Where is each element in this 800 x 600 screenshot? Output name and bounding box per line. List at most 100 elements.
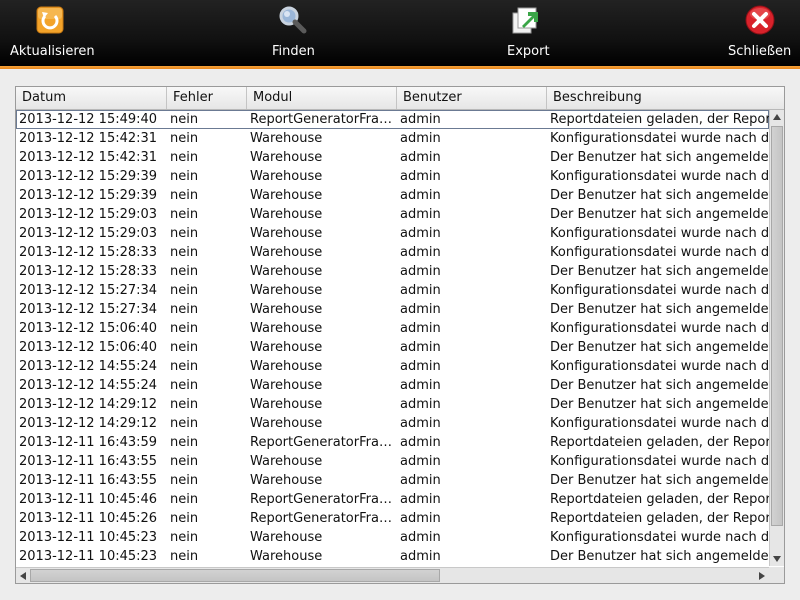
cell-benutzer: admin (400, 131, 441, 146)
table-row[interactable]: 2013-12-12 15:42:31 nein Warehouse admin Der… (16, 148, 769, 167)
cell-modul: Warehouse (250, 549, 323, 564)
cell-benutzer: admin (400, 321, 441, 336)
cell-fehler: nein (170, 549, 199, 564)
table-row[interactable]: 2013-12-12 15:06:40 nein Warehouse admin Kon… (16, 319, 769, 338)
cell-modul: ReportGeneratorFra… (250, 435, 392, 450)
cell-beschreibung: Konfigurationsdatei wurde nach de (550, 226, 769, 241)
table-row[interactable]: 2013-12-11 16:43:55 nein Warehouse admin Der… (16, 471, 769, 490)
cell-benutzer: admin (400, 549, 441, 564)
cell-benutzer: admin (400, 359, 441, 374)
table-row[interactable]: 2013-12-12 15:28:33 nein Warehouse admin Kon… (16, 243, 769, 262)
cell-benutzer: admin (400, 112, 441, 127)
find-label: Finden (272, 44, 315, 59)
horizontal-scroll-thumb[interactable] (30, 569, 440, 582)
cell-fehler: nein (170, 207, 199, 222)
close-button[interactable]: Schließen (722, 0, 798, 66)
table-row[interactable]: 2013-12-12 14:55:24 nein Warehouse admin Kon… (16, 357, 769, 376)
cell-datum: 2013-12-12 15:27:34 (19, 283, 158, 298)
cell-modul: Warehouse (250, 226, 323, 241)
cell-datum: 2013-12-12 14:29:12 (19, 416, 158, 431)
export-button[interactable]: Export (500, 0, 556, 66)
cell-benutzer: admin (400, 397, 441, 412)
table-row[interactable]: 2013-12-12 15:06:40 nein Warehouse admin Der… (16, 338, 769, 357)
cell-beschreibung: Reportdateien geladen, der Report (550, 492, 769, 507)
cell-datum: 2013-12-11 10:45:23 (19, 549, 158, 564)
cell-beschreibung: Der Benutzer hat sich angemeldet (550, 302, 769, 317)
refresh-label: Aktualisieren (10, 44, 95, 59)
horizontal-scrollbar[interactable] (16, 567, 769, 583)
cell-fehler: nein (170, 169, 199, 184)
table-row[interactable]: 2013-12-11 10:45:46 nein ReportGeneratorFr… (16, 490, 769, 509)
cell-beschreibung: Konfigurationsdatei wurde nach de (550, 530, 769, 545)
cell-fehler: nein (170, 283, 199, 298)
cell-benutzer: admin (400, 473, 441, 488)
column-header-fehler[interactable]: Fehler (167, 87, 247, 109)
cell-datum: 2013-12-12 15:49:40 (19, 112, 158, 127)
cell-datum: 2013-12-12 15:28:33 (19, 264, 158, 279)
cell-beschreibung: Reportdateien geladen, der Report (550, 112, 769, 127)
cell-fehler: nein (170, 492, 199, 507)
cell-beschreibung: Reportdateien geladen, der Report (550, 511, 769, 526)
scroll-left-arrow-icon[interactable] (20, 572, 26, 580)
table-row[interactable]: 2013-12-11 16:43:59 nein ReportGeneratorFr… (16, 433, 769, 452)
refresh-button[interactable]: Aktualisieren (8, 0, 98, 66)
cell-fehler: nein (170, 416, 199, 431)
cell-datum: 2013-12-12 14:55:24 (19, 378, 158, 393)
table-row[interactable]: 2013-12-11 10:45:23 nein Warehouse admin Kon… (16, 528, 769, 547)
table-row[interactable]: 2013-12-11 10:45:26 nein ReportGeneratorFr… (16, 509, 769, 528)
column-header-benutzer[interactable]: Benutzer (397, 87, 547, 109)
cell-benutzer: admin (400, 207, 441, 222)
cell-benutzer: admin (400, 283, 441, 298)
table-body: 2013-12-12 15:49:40 nein ReportGeneratorFr… (16, 110, 769, 566)
cell-modul: Warehouse (250, 188, 323, 203)
cell-beschreibung: Der Benutzer hat sich angemeldet (550, 397, 769, 412)
scroll-right-arrow-icon[interactable] (759, 572, 765, 580)
cell-modul: Warehouse (250, 207, 323, 222)
scroll-up-arrow-icon[interactable] (773, 114, 781, 120)
cell-datum: 2013-12-12 15:42:31 (19, 131, 158, 146)
table-row[interactable]: 2013-12-12 14:55:24 nein Warehouse admin Der… (16, 376, 769, 395)
cell-datum: 2013-12-11 16:43:59 (19, 435, 158, 450)
cell-benutzer: admin (400, 302, 441, 317)
column-header-beschreibung[interactable]: Beschreibung (547, 87, 784, 109)
cell-modul: Warehouse (250, 302, 323, 317)
column-header-modul[interactable]: Modul (247, 87, 397, 109)
table-row[interactable]: 2013-12-12 15:28:33 nein Warehouse admin Der… (16, 262, 769, 281)
scroll-down-arrow-icon[interactable] (773, 556, 781, 562)
cell-modul: Warehouse (250, 359, 323, 374)
cell-fehler: nein (170, 112, 199, 127)
export-icon (510, 4, 542, 36)
table-row[interactable]: 2013-12-12 15:49:40 nein ReportGeneratorFr… (16, 110, 769, 129)
cell-fehler: nein (170, 150, 199, 165)
cell-modul: Warehouse (250, 283, 323, 298)
find-button[interactable]: Finden (266, 0, 326, 66)
table-row[interactable]: 2013-12-12 15:29:39 nein Warehouse admin Kon… (16, 167, 769, 186)
table-row[interactable]: 2013-12-12 15:42:31 nein Warehouse admin Kon… (16, 129, 769, 148)
table-row[interactable]: 2013-12-12 15:29:03 nein Warehouse admin Der… (16, 205, 769, 224)
column-header-datum[interactable]: Datum (16, 87, 167, 109)
cell-benutzer: admin (400, 416, 441, 431)
vertical-scroll-thumb[interactable] (771, 126, 783, 526)
table-row[interactable]: 2013-12-11 16:43:55 nein Warehouse admin Kon… (16, 452, 769, 471)
table-row[interactable]: 2013-12-12 14:29:12 nein Warehouse admin Der… (16, 395, 769, 414)
table-row[interactable]: 2013-12-12 15:29:03 nein Warehouse admin Kon… (16, 224, 769, 243)
vertical-scrollbar[interactable] (769, 110, 784, 566)
table-row[interactable]: 2013-12-12 14:29:12 nein Warehouse admin Kon… (16, 414, 769, 433)
table-row[interactable]: 2013-12-11 10:45:23 nein Warehouse admin Der… (16, 547, 769, 566)
cell-fehler: nein (170, 454, 199, 469)
cell-modul: Warehouse (250, 378, 323, 393)
table-row[interactable]: 2013-12-12 15:29:39 nein Warehouse admin Der… (16, 186, 769, 205)
cell-beschreibung: Konfigurationsdatei wurde nach de (550, 359, 769, 374)
cell-fehler: nein (170, 188, 199, 203)
cell-fehler: nein (170, 321, 199, 336)
cell-beschreibung: Konfigurationsdatei wurde nach de (550, 245, 769, 260)
cell-beschreibung: Der Benutzer hat sich angemeldet (550, 378, 769, 393)
table-row[interactable]: 2013-12-12 15:27:34 nein Warehouse admin Kon… (16, 281, 769, 300)
cell-datum: 2013-12-12 15:42:31 (19, 150, 158, 165)
cell-beschreibung: Der Benutzer hat sich angemeldet (550, 340, 769, 355)
cell-modul: ReportGeneratorFra… (250, 511, 392, 526)
cell-beschreibung: Konfigurationsdatei wurde nach de (550, 416, 769, 431)
table-row[interactable]: 2013-12-12 15:27:34 nein Warehouse admin Der… (16, 300, 769, 319)
cell-fehler: nein (170, 359, 199, 374)
cell-modul: Warehouse (250, 321, 323, 336)
